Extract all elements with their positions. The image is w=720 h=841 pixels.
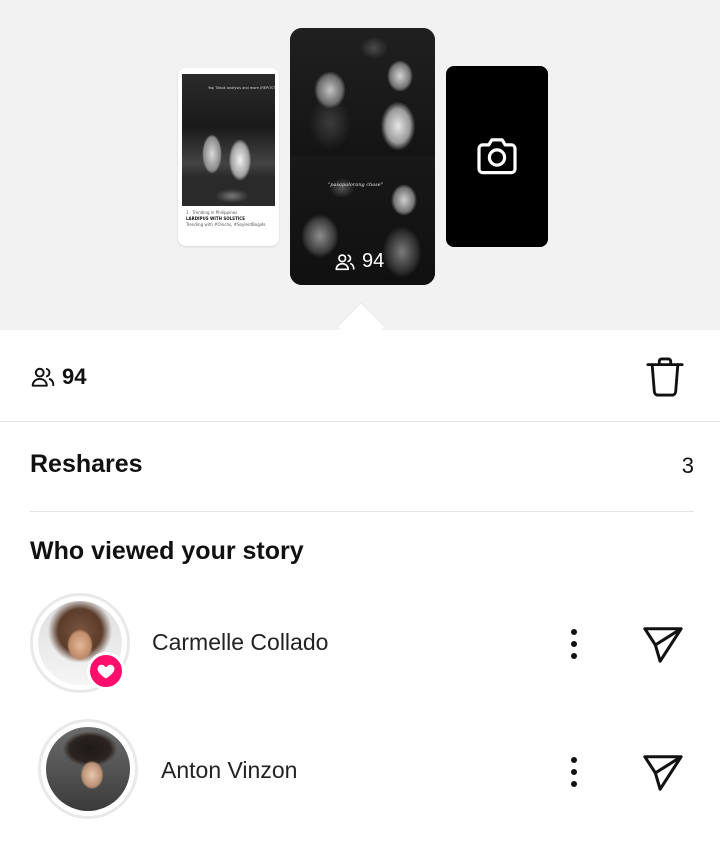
viewers-icon xyxy=(335,253,355,270)
more-vertical-icon xyxy=(571,629,577,659)
story-photo-top xyxy=(290,28,435,156)
viewer-list-item[interactable]: Carmelle Collado xyxy=(0,588,720,698)
trash-icon xyxy=(646,357,684,397)
avatar-image xyxy=(46,727,130,811)
viewers-count-text: 94 xyxy=(62,364,87,389)
more-vertical-icon xyxy=(571,757,577,787)
more-options-button[interactable] xyxy=(562,624,586,664)
delete-story-button[interactable] xyxy=(644,354,686,400)
viewer-name: Carmelle Collado xyxy=(152,629,329,655)
send-message-button[interactable] xyxy=(640,622,686,666)
avatar[interactable] xyxy=(38,719,138,819)
story-stats-bar: 94 xyxy=(0,330,720,422)
caption-line: Trending with #Oinchs, #SoylentBogids xyxy=(186,222,266,227)
viewers-count[interactable]: 94 xyxy=(30,364,86,390)
viewers-heading: Who viewed your story xyxy=(30,537,304,565)
viewers-icon xyxy=(31,367,55,387)
reshares-row[interactable]: Reshares 3 xyxy=(30,422,694,512)
heart-icon xyxy=(87,652,125,690)
add-story-camera-card[interactable] xyxy=(446,66,548,247)
story-thumbnail-header-text: Yap Tiktok analysis and more (REPOST) xyxy=(208,86,277,90)
send-icon xyxy=(643,755,683,791)
story-preview-area: Yap Tiktok analysis and more (REPOST) 1 … xyxy=(0,0,720,351)
story-view-count: 94 xyxy=(334,250,384,273)
send-message-button[interactable] xyxy=(640,750,686,794)
reshares-label: Reshares xyxy=(30,450,143,478)
story-thumbnail-caption: 1 · Trending in Philippines LARDIPUS WIT… xyxy=(186,210,271,228)
story-overlay-text: "pasapalorang chase" xyxy=(328,182,384,188)
more-options-button[interactable] xyxy=(562,752,586,792)
story-thumbnail-previous[interactable]: Yap Tiktok analysis and more (REPOST) 1 … xyxy=(178,68,279,246)
viewer-name: Anton Vinzon xyxy=(161,757,298,783)
story-thumbnail-current[interactable]: "pasapalorang chase" 94 xyxy=(290,28,435,285)
viewer-list-item[interactable]: Anton Vinzon xyxy=(0,716,720,826)
story-thumbnail-image xyxy=(182,74,275,206)
story-view-count-text: 94 xyxy=(362,250,385,272)
send-icon xyxy=(643,627,683,663)
camera-icon xyxy=(475,136,519,176)
reshares-count: 3 xyxy=(681,453,694,478)
